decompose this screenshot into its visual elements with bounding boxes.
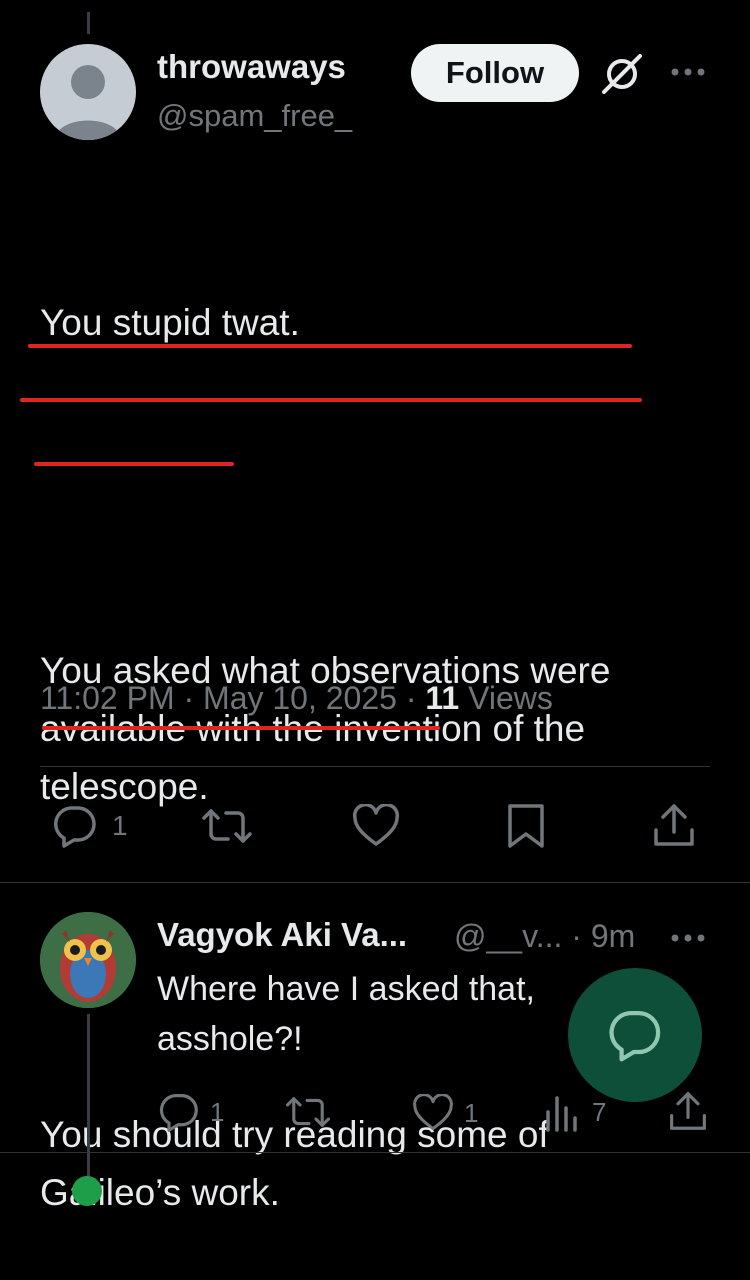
views-count: 11 [425, 680, 460, 716]
like-button[interactable] [352, 804, 400, 848]
timestamp[interactable]: 11:02 PM · May 10, 2025 [40, 680, 397, 716]
author-avatar[interactable] [40, 44, 136, 140]
share-button[interactable] [652, 802, 696, 848]
thread-line [87, 1014, 90, 1185]
reply-views-count: 7 [592, 1096, 607, 1127]
reply-icon [609, 1010, 661, 1062]
reply-like-button[interactable]: 1 [412, 1094, 478, 1132]
tweet-meta: 11:02 PM · May 10, 2025 · 11 Views [40, 680, 553, 716]
reply-retweet-button[interactable] [284, 1094, 332, 1130]
heart-icon [352, 804, 400, 846]
retweet-icon [202, 809, 252, 843]
bookmark-button[interactable] [506, 802, 546, 850]
reply-icon [159, 1094, 198, 1132]
next-avatar-edge [72, 1176, 102, 1206]
divider [0, 882, 750, 883]
underline-mark [20, 398, 642, 402]
reply-text: Where have I asked that, asshole?! [157, 970, 535, 1058]
divider [40, 766, 710, 767]
retweet-button[interactable] [200, 806, 254, 846]
reply-like-count: 1 [464, 1097, 479, 1128]
reply-author-name[interactable]: Vagyok Aki Va... [157, 916, 407, 954]
heart-icon [413, 1094, 453, 1131]
reply-reply-count: 1 [210, 1096, 225, 1127]
author-handle[interactable]: @spam_free_ [157, 98, 352, 134]
bookmark-icon [508, 804, 544, 848]
underline-mark [28, 344, 632, 348]
share-icon [654, 804, 694, 846]
reply-button[interactable]: 1 [52, 804, 128, 848]
more-icon[interactable] [668, 60, 708, 84]
divider [0, 1152, 750, 1153]
underline-mark [42, 726, 440, 730]
reply-icon [54, 806, 96, 848]
reply-share-button[interactable] [668, 1090, 708, 1132]
reply-handle-time[interactable]: @__v... · 9m [454, 918, 635, 955]
retweet-icon [286, 1097, 330, 1127]
underline-mark [34, 462, 234, 466]
grok-icon[interactable] [600, 52, 644, 96]
owl-avatar-icon [40, 912, 136, 1008]
reply-views-button[interactable]: 7 [544, 1092, 606, 1132]
reply-reply-button[interactable]: 1 [158, 1092, 224, 1132]
reply-author-avatar[interactable] [40, 912, 136, 1008]
follow-button[interactable]: Follow [411, 44, 579, 102]
views-icon [546, 1096, 577, 1132]
share-icon [670, 1092, 706, 1130]
author-name[interactable]: throwaways [157, 48, 346, 86]
default-avatar-icon [54, 65, 122, 140]
reply-count: 1 [112, 810, 128, 841]
compose-reply-button[interactable] [568, 968, 702, 1102]
views-label: Views [459, 680, 553, 716]
more-icon[interactable] [668, 926, 708, 955]
thread-line [87, 12, 90, 34]
